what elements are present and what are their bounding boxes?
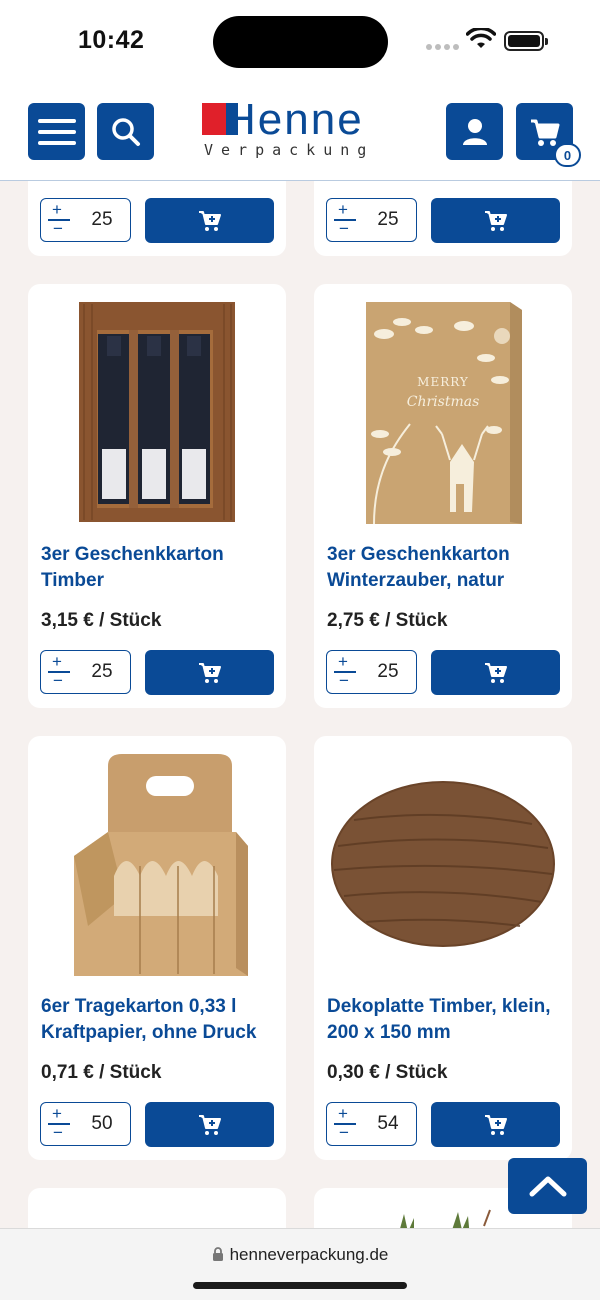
dynamic-island — [213, 16, 388, 68]
logo-mark-red — [202, 103, 226, 135]
wifi-icon — [466, 28, 496, 48]
quantity-input[interactable]: 25 — [79, 199, 125, 241]
decrement-button[interactable]: − — [339, 672, 349, 689]
increment-button[interactable]: + — [52, 1105, 62, 1122]
browser-url-bar[interactable]: henneverpackung.de — [0, 1228, 600, 1300]
url-text[interactable]: henneverpackung.de — [230, 1245, 389, 1264]
increment-button[interactable]: + — [338, 653, 348, 670]
lock-icon — [212, 1247, 223, 1261]
quantity-input[interactable]: 54 — [365, 1103, 411, 1145]
add-to-cart-button[interactable] — [431, 650, 560, 695]
menu-button[interactable] — [28, 103, 85, 160]
quantity-input[interactable]: 50 — [79, 1103, 125, 1145]
winter-box-text: Christmas — [407, 394, 480, 410]
search-icon — [111, 117, 140, 146]
battery-icon — [504, 31, 548, 51]
product-card: + − 25 — [314, 170, 572, 256]
product-image[interactable] — [314, 736, 572, 986]
scroll-to-top-button[interactable] — [508, 1158, 587, 1214]
quantity-stepper[interactable]: + − 25 — [40, 198, 131, 242]
cart-icon — [530, 119, 559, 146]
cart-plus-icon — [198, 662, 221, 683]
product-card[interactable]: MERRY Christmas 3er Geschenkkarton Winte… — [314, 284, 572, 708]
product-card[interactable]: 3er Geschenkkarton Timber 3,15 € / Stück… — [28, 284, 286, 708]
increment-button[interactable]: + — [52, 201, 62, 218]
product-title[interactable]: 3er Geschenkkarton Timber — [41, 542, 281, 594]
quantity-stepper[interactable]: + − 25 — [326, 198, 417, 242]
product-price: 0,30 € / Stück — [327, 1062, 448, 1083]
product-price: 3,15 € / Stück — [41, 610, 162, 631]
quantity-stepper[interactable]: + − 54 — [326, 1102, 417, 1146]
product-card[interactable]: 6er Tragekarton 0,33 l Kraftpapier, ohne… — [28, 736, 286, 1160]
quantity-stepper[interactable]: + − 25 — [40, 650, 131, 694]
decrement-button[interactable]: − — [53, 220, 63, 237]
user-icon — [462, 118, 487, 145]
product-card[interactable]: Dekoplatte Timber, klein, 200 x 150 mm 0… — [314, 736, 572, 1160]
logo-word: Henne — [224, 95, 364, 144]
increment-button[interactable]: + — [338, 201, 348, 218]
signal-icon — [426, 44, 459, 50]
product-card: + − 25 — [28, 170, 286, 256]
search-button[interactable] — [97, 103, 154, 160]
decrement-button[interactable]: − — [339, 1124, 349, 1141]
henne-logo[interactable]: Henne Verpackung — [202, 95, 402, 163]
decrement-button[interactable]: − — [53, 1124, 63, 1141]
product-title[interactable]: 6er Tragekarton 0,33 l Kraftpapier, ohne… — [41, 994, 281, 1046]
decrement-button[interactable]: − — [339, 220, 349, 237]
logo-subtitle: Verpackung — [204, 141, 375, 159]
add-to-cart-button[interactable] — [145, 1102, 274, 1147]
cart-plus-icon — [198, 210, 221, 231]
add-to-cart-button[interactable] — [145, 198, 274, 243]
quantity-input[interactable]: 25 — [79, 651, 125, 693]
status-bar: 10:42 — [0, 0, 600, 85]
account-button[interactable] — [446, 103, 503, 160]
cart-plus-icon — [198, 1114, 221, 1135]
increment-button[interactable]: + — [338, 1105, 348, 1122]
add-to-cart-button[interactable] — [431, 198, 560, 243]
cart-plus-icon — [484, 210, 507, 231]
product-price: 0,71 € / Stück — [41, 1062, 162, 1083]
quantity-input[interactable]: 25 — [365, 199, 411, 241]
cart-plus-icon — [484, 1114, 507, 1135]
decrement-button[interactable]: − — [53, 672, 63, 689]
increment-button[interactable]: + — [52, 653, 62, 670]
hamburger-icon — [37, 118, 76, 145]
product-image[interactable] — [28, 736, 286, 986]
home-indicator[interactable] — [193, 1282, 407, 1289]
cart-count-badge: 0 — [554, 143, 581, 167]
status-time: 10:42 — [78, 26, 145, 54]
product-image[interactable] — [28, 284, 286, 534]
quantity-input[interactable]: 25 — [365, 651, 411, 693]
winter-box-text: MERRY — [417, 375, 469, 389]
product-image[interactable]: MERRY Christmas — [314, 284, 572, 534]
add-to-cart-button[interactable] — [431, 1102, 560, 1147]
chevron-up-icon — [529, 1176, 566, 1197]
product-title[interactable]: Dekoplatte Timber, klein, 200 x 150 mm — [327, 994, 567, 1046]
quantity-stepper[interactable]: + − 25 — [326, 650, 417, 694]
product-price: 2,75 € / Stück — [327, 610, 448, 631]
add-to-cart-button[interactable] — [145, 650, 274, 695]
product-title[interactable]: 3er Geschenkkarton Winterzauber, natur — [327, 542, 567, 594]
cart-plus-icon — [484, 662, 507, 683]
quantity-stepper[interactable]: + − 50 — [40, 1102, 131, 1146]
